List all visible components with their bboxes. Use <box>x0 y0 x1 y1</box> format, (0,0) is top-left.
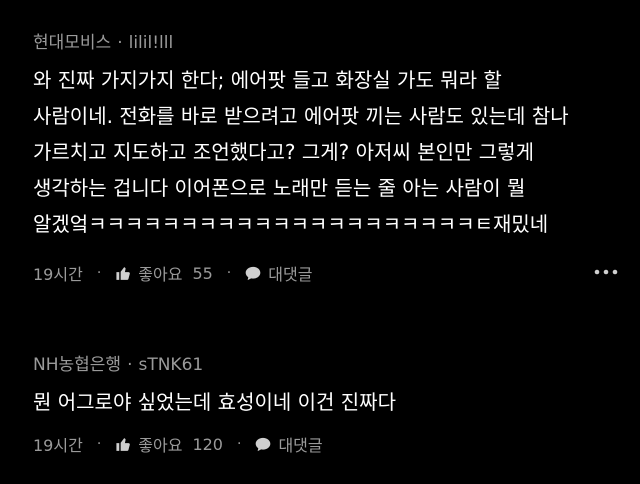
action-separator: · <box>226 265 232 281</box>
comment-meta: NH농협은행 · sTNK61 <box>33 350 203 375</box>
comment-line: 뭔 어그로야 싶었는데 효성이네 이건 진짜다 <box>33 390 396 414</box>
comment-body: 와 진짜 가지가지 한다; 에어팟 들고 화장실 가도 뭐라 할 사람이네. 전… <box>33 62 623 242</box>
comment-meta: 현대모비스 · lilil!lll <box>33 28 173 53</box>
author-handle[interactable]: lilil!lll <box>129 33 174 53</box>
like-button[interactable]: 좋아요 120 <box>115 432 223 456</box>
like-label: 좋아요 <box>138 265 183 284</box>
reply-button[interactable]: 대댓글 <box>245 261 312 285</box>
thumbs-up-icon <box>116 266 131 280</box>
comment-line: 생각하는 겁니다 이어폰으로 노래만 듣는 줄 아는 사람이 뭘 <box>33 176 526 200</box>
comment-time: 19시간 <box>33 265 83 284</box>
like-count: 55 <box>192 263 213 283</box>
reply-label: 대댓글 <box>268 265 313 284</box>
comment-line: 가르치고 지도하고 조언했다고? 그게? 아저씨 본인만 그렇게 <box>33 140 534 164</box>
meta-separator: · <box>127 355 133 375</box>
author-handle[interactable]: sTNK61 <box>138 355 203 375</box>
meta-separator: · <box>117 33 123 53</box>
speech-bubble-icon <box>245 266 261 280</box>
like-button[interactable]: 좋아요 55 <box>115 261 213 285</box>
reply-label: 대댓글 <box>278 436 323 455</box>
comment-body: 뭔 어그로야 싶었는데 효성이네 이건 진짜다 <box>33 384 623 420</box>
like-label: 좋아요 <box>138 436 183 455</box>
comment-time: 19시간 <box>33 436 83 455</box>
comment-item: 현대모비스 · lilil!lll 와 진짜 가지가지 한다; 에어팟 들고 화장실… <box>0 0 640 316</box>
comment-actions: 19시간 · 좋아요 120 · 대댓글 <box>33 432 323 456</box>
action-separator: · <box>96 265 102 281</box>
like-count: 120 <box>192 434 223 454</box>
reply-button[interactable]: 대댓글 <box>255 432 323 456</box>
more-horizontal-icon[interactable] <box>594 268 618 276</box>
action-separator: · <box>236 436 242 452</box>
comment-line: 와 진짜 가지가지 한다; 에어팟 들고 화장실 가도 뭐라 할 <box>33 68 502 92</box>
comment-line: 사람이네. 전화를 바로 받으려고 에어팟 끼는 사람도 있는데 참나 <box>33 104 569 128</box>
speech-bubble-icon <box>256 437 271 451</box>
action-separator: · <box>96 436 102 452</box>
comment-line: 알겠엌ㅋㅋㅋㅋㅋㅋㅋㅋㅋㅋㅋㅋㅋㅋㅋㅋㅋㅋㅋㅋㅋㅌ재밌네 <box>33 212 549 236</box>
author-name[interactable]: 현대모비스 <box>33 33 111 53</box>
author-name[interactable]: NH농협은행 <box>33 355 121 375</box>
thumbs-up-icon <box>116 437 131 451</box>
comment-actions: 19시간 · 좋아요 55 · 대댓글 <box>33 261 312 285</box>
comment-item: NH농협은행 · sTNK61 뭔 어그로야 싶었는데 효성이네 이건 진짜다 19… <box>0 332 640 484</box>
